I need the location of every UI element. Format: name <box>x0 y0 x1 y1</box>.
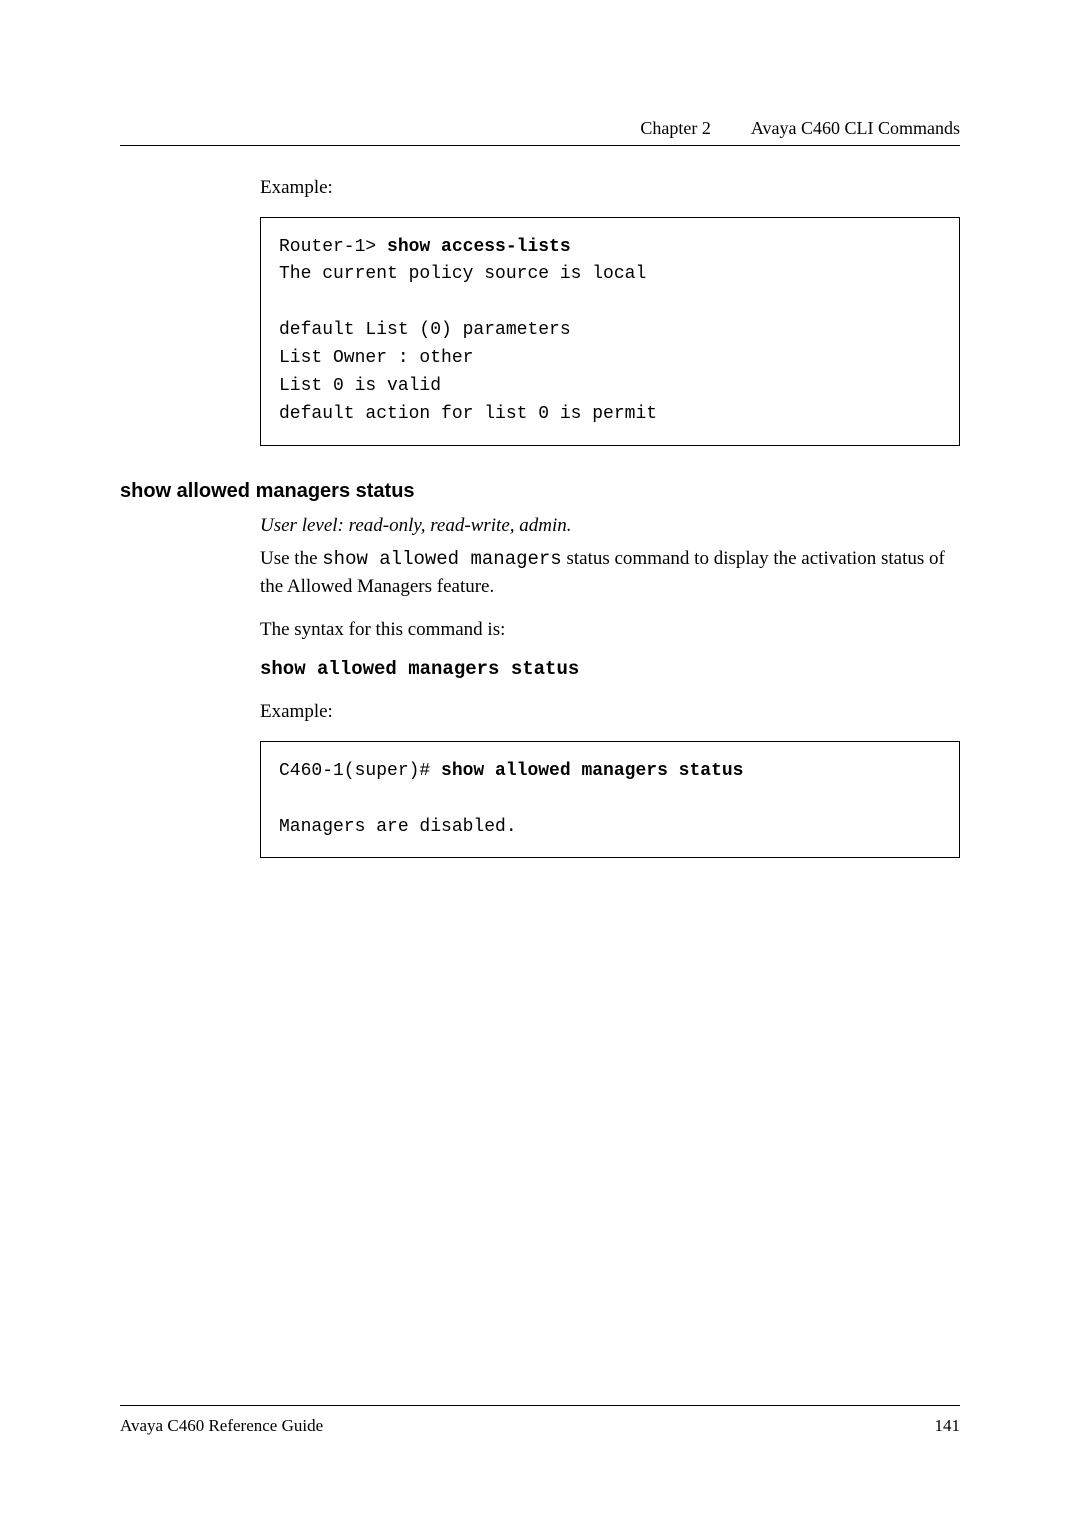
example-label: Example: <box>260 698 960 727</box>
code-line: List Owner : other <box>279 348 473 368</box>
code-line: Managers are disabled. <box>279 817 517 837</box>
chapter-label: Chapter 2 <box>640 118 710 139</box>
code-block-1: Router-1> show access-lists The current … <box>260 217 960 446</box>
code-line: The current policy source is local <box>279 264 646 284</box>
page-footer: Avaya C460 Reference Guide 141 <box>120 1405 960 1436</box>
user-level-note: User level: read-only, read-write, admin… <box>260 515 960 537</box>
header-rule <box>120 145 960 146</box>
code-prompt: Router-1> <box>279 237 387 257</box>
syntax-label: The syntax for this command is: <box>260 616 960 645</box>
page-number: 141 <box>935 1416 961 1436</box>
footer-left: Avaya C460 Reference Guide <box>120 1416 323 1436</box>
code-block-2: C460-1(super)# show allowed managers sta… <box>260 741 960 859</box>
para-mono: show allowed managers <box>322 548 561 570</box>
para-pre: Use the <box>260 548 322 569</box>
syntax-command: show allowed managers status <box>260 658 960 680</box>
example-label: Example: <box>260 174 960 203</box>
page-header: Chapter 2 Avaya C460 CLI Commands <box>120 118 960 139</box>
code-line: default List (0) parameters <box>279 320 571 340</box>
section-heading: show allowed managers status <box>120 480 960 503</box>
description-paragraph: Use the show allowed managers status com… <box>260 545 960 602</box>
code-line: default action for list 0 is permit <box>279 404 657 424</box>
code-command: show allowed managers status <box>441 761 743 781</box>
code-command: show access-lists <box>387 237 571 257</box>
code-prompt: C460-1(super)# <box>279 761 441 781</box>
footer-rule <box>120 1405 960 1406</box>
header-title: Avaya C460 CLI Commands <box>751 118 960 139</box>
code-line: List 0 is valid <box>279 376 441 396</box>
